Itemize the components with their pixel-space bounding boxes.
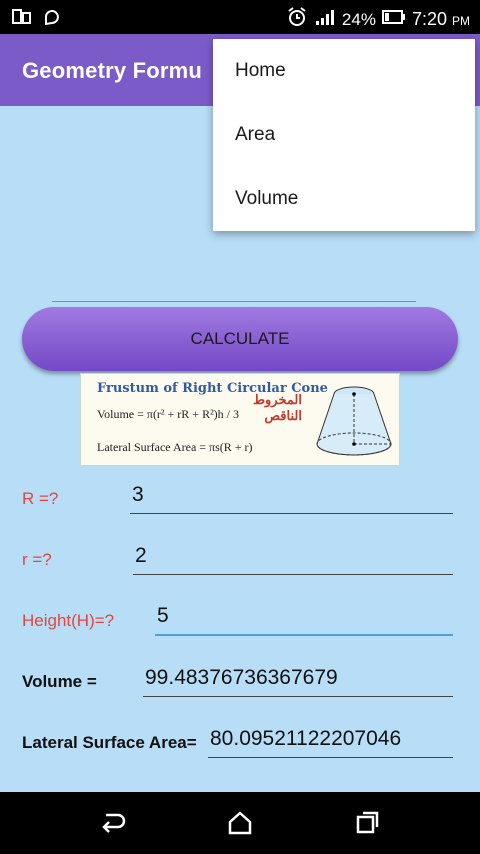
menu-item-volume[interactable]: Volume [213,167,475,231]
navigation-bar [0,792,480,854]
input-height[interactable]: 5 [155,600,453,636]
clock-ampm: PM [452,14,470,28]
input-underline [52,301,416,302]
app-title: Geometry Formu [22,58,203,83]
status-bar: 24% 7:20 PM [0,0,480,34]
label-height: Height(H)=? [22,611,115,630]
label-lateral-area: Lateral Surface Area= [22,733,197,752]
input-r[interactable]: 2 [133,539,453,575]
battery-icon [381,9,406,30]
signal-icon [314,8,336,31]
input-r-value: 2 [135,544,147,567]
arabic-caption: المخروط الناقص [253,392,302,424]
clock-time: 7:20 [411,9,447,29]
menu-item-area[interactable]: Area [213,103,475,167]
output-volume-value: 99.48376736367679 [145,666,338,689]
lateral-formula: Lateral Surface Area = πs(R + r) [97,440,253,454]
battery-percent: 24% [341,9,376,29]
alarm-icon [286,6,308,33]
home-icon[interactable] [225,809,255,837]
screen-icon [12,8,32,31]
label-r: r =? [22,550,52,569]
input-R-value: 3 [132,483,144,506]
volume-formula: Volume = π(r² + rR + R²)h / 3 [97,407,239,421]
output-lateral-value: 80.09521122207046 [210,727,402,750]
back-icon[interactable] [98,809,128,837]
frustum-formula-image: Frustum of Right Circular Cone Volume = … [80,373,400,466]
frustum-cone-icon [316,386,392,456]
output-volume[interactable]: 99.48376736367679 [143,661,453,697]
input-R[interactable]: 3 [130,478,453,514]
recents-icon[interactable] [353,809,383,837]
overflow-menu: Home Area Volume [213,39,475,231]
input-height-value: 5 [157,604,169,627]
clock: 7:20 PM [412,9,470,30]
menu-item-home[interactable]: Home [213,39,475,103]
label-R: R =? [22,489,59,508]
label-volume: Volume = [22,672,97,691]
output-lateral-area[interactable]: 80.09521122207046 [208,722,453,758]
circle-app-icon [42,8,62,31]
arabic-line-1: المخروط [253,392,302,407]
calculate-button[interactable]: CALCULATE [22,307,458,371]
arabic-line-2: الناقص [264,408,302,423]
